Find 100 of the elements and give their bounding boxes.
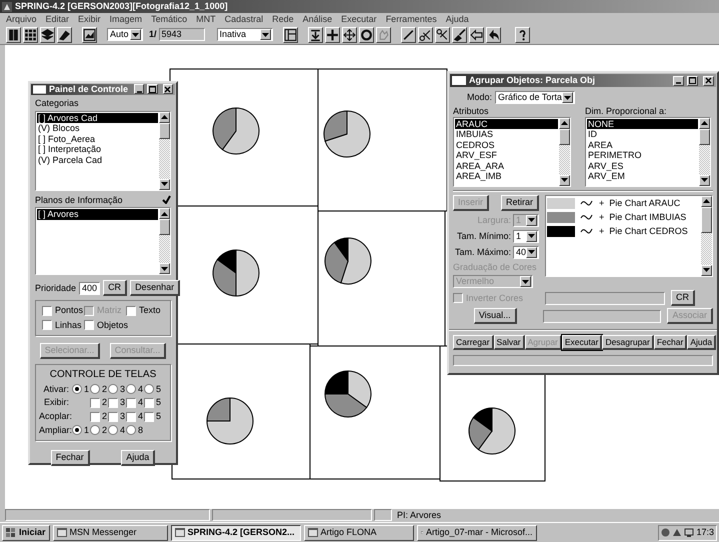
list-item[interactable]: ARAUC [455, 118, 558, 130]
undo-icon[interactable] [486, 26, 501, 42]
push-button[interactable]: Retirar [500, 194, 539, 211]
move-icon[interactable] [342, 26, 357, 42]
scrollbar[interactable] [159, 112, 170, 190]
checkbox[interactable] [108, 398, 118, 408]
checkbox[interactable] [126, 306, 136, 316]
list-item[interactable]: [ ] Foto_Aerea [37, 134, 158, 144]
minimize-button[interactable] [134, 84, 144, 94]
checkbox[interactable] [108, 412, 118, 422]
push-button[interactable]: Fechar [654, 334, 688, 350]
radio-button[interactable] [72, 384, 82, 394]
dropdown[interactable]: Inativa [216, 28, 273, 41]
scroll-thumb[interactable] [159, 219, 170, 236]
checkbox[interactable] [90, 412, 100, 422]
list-item[interactable]: [ ] Arvores Cad [37, 112, 158, 124]
list-item[interactable]: ARV_ESF [455, 150, 558, 161]
maximize-button[interactable] [687, 76, 698, 86]
checkbox[interactable] [144, 412, 154, 422]
grid-icon[interactable] [23, 26, 38, 42]
scroll-thumb[interactable] [699, 128, 710, 145]
push-button[interactable]: Desagrupar [602, 334, 654, 350]
scale-field[interactable]: 5943 [158, 28, 205, 41]
scissors-icon[interactable] [418, 26, 433, 42]
scroll-thumb[interactable] [701, 206, 712, 233]
dropdown[interactable]: 1 [513, 230, 539, 243]
radio-button[interactable] [108, 425, 118, 436]
picture-icon[interactable] [82, 26, 97, 42]
checkbox[interactable] [42, 320, 52, 330]
scrollbar[interactable] [699, 118, 710, 186]
list-item[interactable]: AREA_IMB [455, 171, 558, 182]
push-button[interactable]: Ajuda [687, 334, 716, 350]
menu-item[interactable]: Cadastral [224, 14, 264, 24]
menu-item[interactable]: MNT [196, 14, 216, 24]
push-button[interactable]: Visual... [474, 308, 517, 324]
taskbar-button[interactable]: MSN Messenger [52, 524, 168, 540]
panel-icon[interactable] [282, 26, 298, 42]
radio-button[interactable] [126, 384, 136, 394]
menu-item[interactable]: Exibir [78, 14, 101, 24]
layers-icon[interactable] [40, 26, 55, 42]
taskbar-button[interactable]: Artigo_07-mar - Microsof... [416, 524, 537, 540]
brush-icon[interactable] [452, 26, 467, 42]
radio-button[interactable] [126, 425, 136, 436]
list-item[interactable]: AREA_ARA [455, 160, 558, 172]
list-item[interactable]: ARV_EM [587, 171, 698, 182]
push-button[interactable]: Carregar [453, 334, 494, 350]
input-field[interactable] [545, 292, 665, 305]
arrow-down-icon[interactable] [308, 26, 323, 42]
checkbox[interactable] [126, 398, 136, 408]
arrow-left-icon[interactable] [468, 26, 484, 42]
checkbox[interactable] [84, 320, 94, 330]
eraser-icon[interactable] [57, 26, 72, 42]
list-item[interactable]: ARV_ES [587, 160, 698, 172]
scrollbar[interactable] [701, 196, 712, 276]
menu-item[interactable]: Análise [302, 14, 332, 24]
list-item[interactable]: [ ] Interpretação [37, 144, 158, 155]
radio-button[interactable] [90, 384, 100, 394]
push-button[interactable]: Salvar [494, 334, 525, 350]
taskbar-button[interactable]: SPRING-4.2 [GERSON2... [170, 524, 301, 540]
radio-button[interactable] [90, 425, 100, 436]
radio-button[interactable] [144, 384, 154, 394]
pencil-icon[interactable] [400, 26, 416, 42]
push-button[interactable]: CR [103, 280, 128, 296]
scrollbar[interactable] [559, 118, 570, 186]
help-icon[interactable] [514, 26, 530, 42]
scroll-thumb[interactable] [159, 122, 170, 139]
dropdown[interactable]: Gráfico de Torta [495, 91, 576, 104]
checkbox[interactable] [90, 398, 100, 408]
minimize-button[interactable] [673, 76, 684, 86]
dropdown[interactable]: Auto [107, 28, 143, 41]
checkbox[interactable] [144, 398, 154, 408]
radio-button[interactable] [108, 384, 118, 394]
menu-item[interactable]: Executar [341, 14, 377, 24]
menu-item[interactable]: Rede [272, 14, 294, 24]
list-item[interactable]: [ ] Arvores [37, 209, 158, 220]
checkbox[interactable] [126, 412, 136, 422]
close-button[interactable] [162, 84, 174, 94]
taskbar-button[interactable]: Artigo FLONA [304, 524, 414, 540]
menu-item[interactable]: Ajuda [446, 14, 469, 24]
list-item[interactable]: IMBUIAS [455, 129, 558, 140]
scrollbar[interactable] [159, 208, 170, 274]
list-item[interactable]: NONE [587, 118, 698, 130]
list-item[interactable]: (V) Blocos [37, 123, 158, 134]
push-button[interactable]: Ajuda [121, 450, 156, 466]
menu-item[interactable]: Imagem [110, 14, 142, 24]
menu-item[interactable]: Temático [151, 14, 188, 24]
list-item[interactable]: (V) Parcela Cad [37, 154, 158, 166]
menu-item[interactable]: Ferramentes [386, 14, 437, 24]
maximize-button[interactable] [147, 84, 158, 94]
push-button[interactable]: CR [671, 290, 695, 306]
push-button[interactable]: Executar [562, 334, 602, 350]
menu-item[interactable]: Arquivo [6, 14, 37, 24]
dropdown[interactable]: 40 [513, 246, 539, 259]
scissors-icon[interactable] [434, 26, 450, 42]
list-item[interactable]: PERIMETRO [587, 150, 698, 161]
close-button[interactable] [703, 76, 714, 86]
input-field[interactable] [543, 310, 662, 323]
input-field[interactable]: 400 [79, 282, 100, 295]
menu-item[interactable]: Editar [46, 14, 70, 24]
checkbox[interactable] [42, 306, 52, 316]
